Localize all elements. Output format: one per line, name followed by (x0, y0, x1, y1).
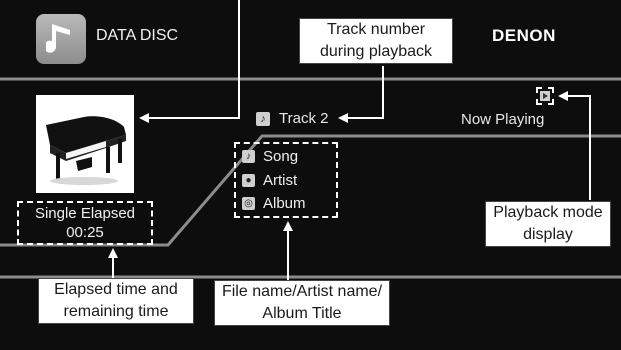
elapsed-label: Single Elapsed (34, 205, 136, 222)
song-title: Song (263, 148, 299, 165)
track-info-box: ♪ Song ● Artist ◎ Album (234, 142, 338, 218)
play-icon (536, 87, 554, 105)
track-number: Track 2 (279, 110, 329, 127)
disc-icon: ◎ (242, 197, 255, 210)
playback-mode-callout: Playback mode display (485, 201, 611, 247)
track-music-note-icon: ♪ (256, 112, 270, 126)
album-art-image (36, 95, 134, 193)
brand-logo: DENON (492, 26, 556, 45)
callout-line-1: File name/Artist name/ (221, 283, 383, 300)
elapsed-time: 00:25 (66, 224, 104, 241)
artist-name: Artist (263, 172, 298, 189)
callout-line-1: Track number (326, 21, 426, 38)
person-icon: ● (242, 174, 255, 187)
album-art-arrow-line (147, 0, 240, 119)
file-name-callout: File name/Artist name/ Album Title (214, 280, 390, 326)
track-arrowhead (338, 113, 348, 123)
callout-line-2: during playback (319, 43, 433, 60)
callout-line-2: remaining time (63, 303, 169, 320)
track-number-callout: Track number during playback (299, 18, 453, 64)
callout-line-2: display (523, 226, 573, 243)
callout-line-1: Playback mode (493, 204, 603, 221)
elapsed-time-callout: Elapsed time and remaining time (38, 278, 194, 324)
track-arrow-line (346, 66, 384, 119)
album-title: Album (263, 195, 306, 212)
mode-arrow-line (566, 95, 591, 200)
elapsed-arrowhead (108, 248, 118, 258)
callout-line-1: Elapsed time and (54, 281, 178, 298)
file-arrowhead (283, 221, 293, 231)
player-screen: DATA DISC DENON ♪ Track 2 Now Playing ♪ … (0, 0, 621, 350)
mode-arrowhead (558, 91, 568, 101)
music-note-icon (36, 14, 86, 64)
elapsed-time-box: Single Elapsed 00:25 (17, 201, 153, 245)
source-title: DATA DISC (96, 27, 179, 44)
album-art-arrowhead (139, 113, 149, 123)
music-note-icon: ♪ (242, 150, 255, 163)
callout-line-2: Album Title (262, 305, 342, 322)
now-playing-status: Now Playing (461, 111, 545, 128)
